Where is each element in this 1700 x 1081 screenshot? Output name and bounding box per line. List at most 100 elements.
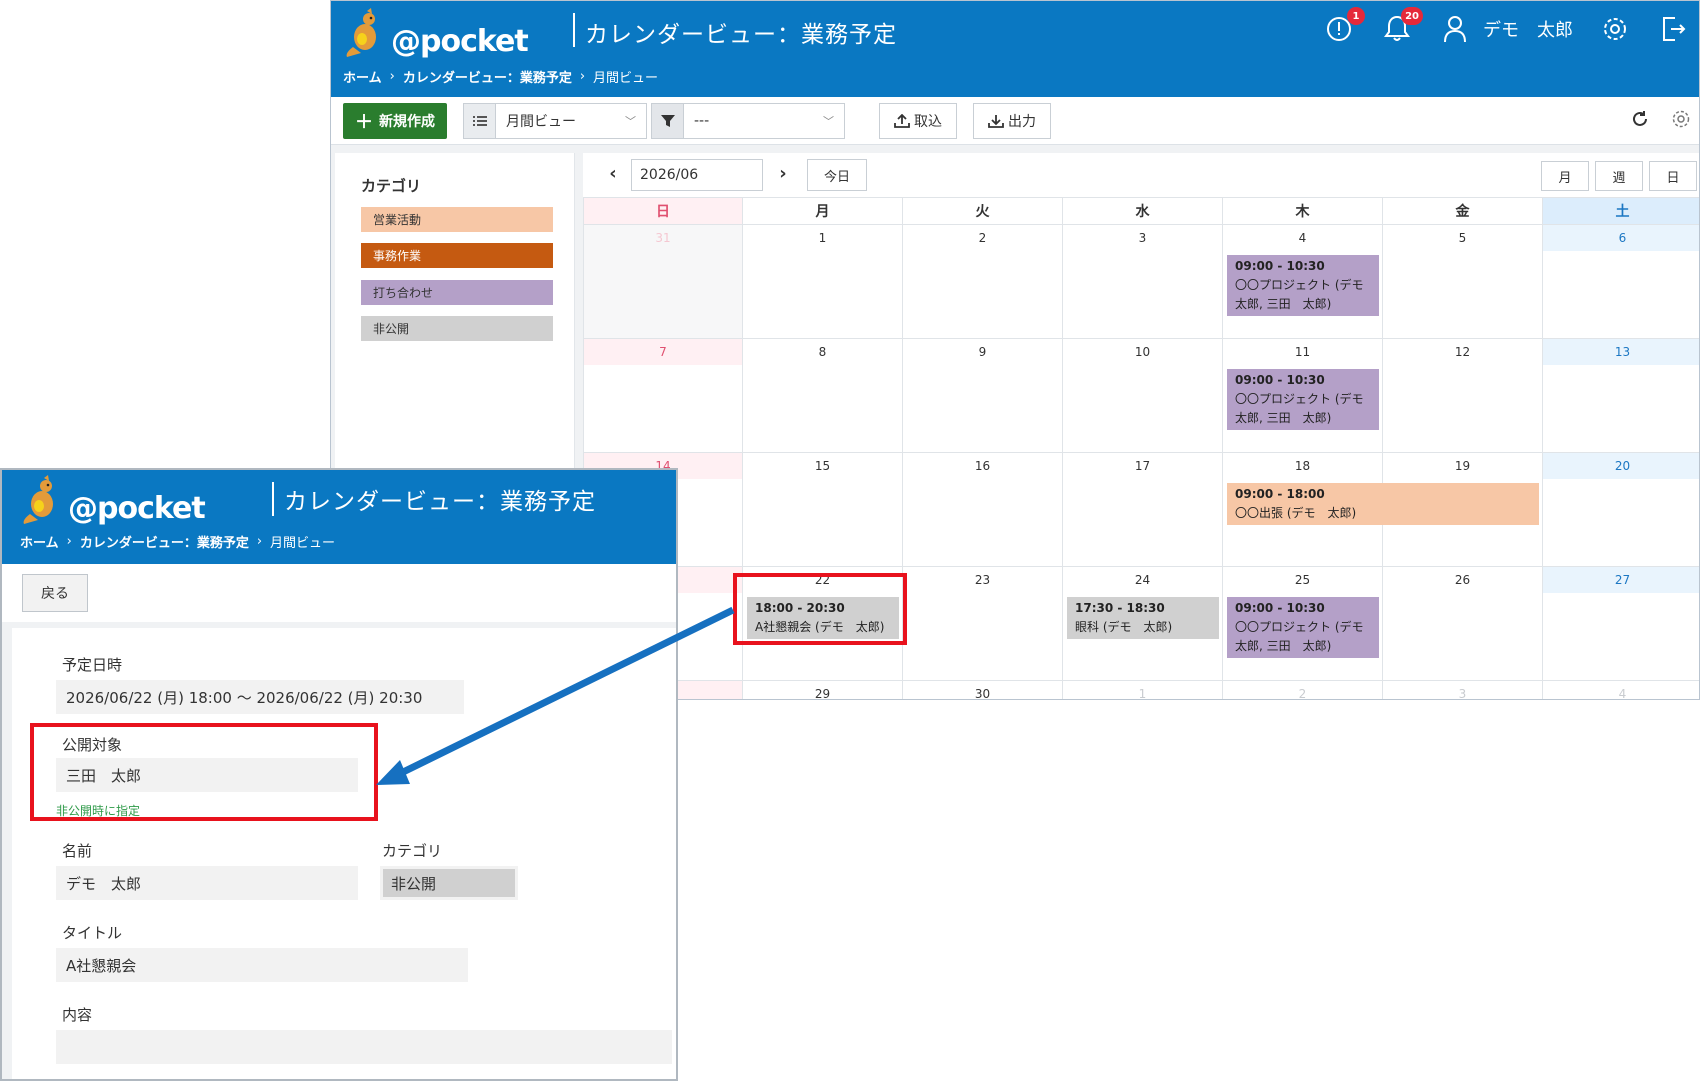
month-input-value: 2026/06 (640, 167, 699, 183)
day-cell[interactable]: 23 (903, 567, 1063, 681)
month-view-button[interactable]: 月 (1541, 161, 1589, 191)
breadcrumb-calendar[interactable]: カレンダービュー：業務予定 (80, 532, 249, 551)
calendar-event[interactable]: 09:00 - 10:30 〇〇プロジェクト (デモ 太郎, 三田 太郎) (1227, 369, 1379, 430)
day-cell[interactable]: 3 (1063, 225, 1223, 339)
alert-button[interactable]: 1 (1323, 7, 1365, 47)
category-label: 事務作業 (373, 249, 422, 263)
logout-icon[interactable] (1657, 11, 1689, 47)
refresh-icon[interactable] (1631, 110, 1649, 132)
breadcrumb-current: 月間ビュー (593, 71, 659, 86)
category-private[interactable]: 非公開 (361, 316, 553, 341)
highlight-audience-box (30, 723, 378, 821)
day-cell[interactable]: 31 (583, 225, 743, 339)
day-cell[interactable]: 12 (1383, 339, 1543, 453)
prev-month-chevron-icon[interactable]: ‹ (601, 163, 625, 184)
day-view-button[interactable]: 日 (1649, 161, 1697, 191)
header-divider (272, 482, 274, 516)
day-number: 5 (1458, 231, 1467, 245)
app-logo[interactable]: @pocket (345, 7, 529, 57)
sidebar-title: カテゴリ (361, 177, 422, 195)
day-cell[interactable]: 18 09:00 - 18:00 〇〇出張 (デモ 太郎) (1223, 453, 1539, 567)
title-field: A社懇親会 (56, 948, 468, 982)
day-cell[interactable]: 1 (743, 225, 903, 339)
day-cell[interactable]: 29 (743, 681, 903, 699)
today-label: 今日 (823, 169, 850, 185)
weekday-header: 日 月 火 水 木 金 土 (583, 197, 1699, 225)
list-icon (463, 103, 495, 139)
day-cell[interactable]: 4 (1543, 681, 1699, 700)
calendar-event[interactable]: 09:00 - 10:30 〇〇プロジェクト (デモ 太郎, 三田 太郎) (1227, 255, 1379, 316)
breadcrumb-home[interactable]: ホーム (343, 67, 382, 86)
user-name[interactable]: デモ 太郎 (1483, 16, 1573, 42)
category-meeting[interactable]: 打ち合わせ (361, 280, 553, 305)
view-select[interactable]: 月間ビュー ﹀ (495, 103, 647, 139)
day-cell[interactable]: 2 (903, 225, 1063, 339)
export-label: 出力 (1008, 114, 1036, 130)
day-cell[interactable]: 16 (903, 453, 1063, 567)
day-cell[interactable]: 11 09:00 - 10:30 〇〇プロジェクト (デモ 太郎, 三田 太郎) (1223, 339, 1383, 453)
event-time: 09:00 - 10:30 (1235, 373, 1325, 387)
day-number: 19 (1454, 459, 1471, 473)
detail-app-logo[interactable]: @pocket (22, 474, 206, 524)
breadcrumb-current[interactable]: 月間ビュー (270, 532, 335, 551)
day-cell[interactable]: 2 (1223, 681, 1383, 699)
calendar-event[interactable]: 09:00 - 18:00 〇〇出張 (デモ 太郎) (1227, 483, 1539, 525)
week-row: 28 29 30 1 2 3 4 (583, 681, 1699, 700)
day-cell[interactable]: 27 (1543, 567, 1699, 681)
upload-icon (894, 114, 910, 128)
category-office-work[interactable]: 事務作業 (361, 243, 553, 268)
back-button[interactable]: 戻る (22, 574, 88, 612)
calendar-settings-gear-icon[interactable] (1671, 109, 1691, 133)
day-cell[interactable]: 15 (743, 453, 903, 567)
day-cell[interactable]: 10 (1063, 339, 1223, 453)
name-value: デモ 太郎 (66, 874, 142, 893)
day-cell[interactable]: 8 (743, 339, 903, 453)
import-button[interactable]: 取込 (879, 103, 957, 139)
breadcrumb-home[interactable]: ホーム (20, 532, 59, 551)
day-cell[interactable]: 13 (1543, 339, 1699, 453)
month-input[interactable]: 2026/06 (631, 159, 763, 191)
weekday-sat: 土 (1543, 197, 1699, 225)
import-label: 取込 (914, 114, 942, 130)
detail-header: @pocket カレンダービュー：業務予定 ホーム › カレンダービュー：業務予… (2, 470, 676, 564)
day-number: 18 (1294, 459, 1311, 473)
breadcrumb-separator-icon: › (389, 69, 395, 84)
day-number: 4 (1618, 687, 1627, 700)
plus-icon: ＋ (355, 112, 373, 132)
kangaroo-logo-icon (345, 7, 385, 57)
day-cell[interactable]: 3 (1383, 681, 1543, 700)
calendar-event[interactable]: 09:00 - 10:30 〇〇プロジェクト (デモ 太郎, 三田 太郎) (1227, 597, 1379, 658)
user-icon[interactable] (1439, 11, 1471, 47)
today-button[interactable]: 今日 (807, 159, 867, 191)
day-cell[interactable]: 7 (583, 339, 743, 453)
category-sales[interactable]: 営業活動 (361, 207, 553, 232)
day-cell[interactable]: 5 (1383, 225, 1543, 339)
day-number: 1 (818, 231, 827, 245)
day-cell[interactable]: 4 09:00 - 10:30 〇〇プロジェクト (デモ 太郎, 三田 太郎) (1223, 225, 1383, 339)
calendar-event[interactable]: 17:30 - 18:30 眼科 (デモ 太郎) (1067, 597, 1219, 639)
notifications-button[interactable]: 20 (1381, 7, 1423, 47)
category-value: 非公開 (383, 869, 515, 897)
new-button[interactable]: ＋ 新規作成 (343, 103, 447, 139)
chevron-down-icon: ﹀ (823, 115, 834, 128)
week-view-button[interactable]: 週 (1595, 161, 1643, 191)
schedule-field: 2026/06/22 (月) 18:00 ～ 2026/06/22 (月) 20… (56, 680, 464, 714)
day-number: 3 (1458, 687, 1467, 700)
day-cell[interactable]: 30 (903, 681, 1063, 699)
page-title: カレンダービュー：業務予定 (585, 22, 897, 48)
day-cell[interactable]: 24 17:30 - 18:30 眼科 (デモ 太郎) (1063, 567, 1223, 681)
breadcrumb-calendar[interactable]: カレンダービュー：業務予定 (403, 67, 572, 86)
day-cell[interactable]: 26 (1383, 567, 1543, 681)
day-cell[interactable]: 6 (1543, 225, 1699, 339)
next-month-chevron-icon[interactable]: › (771, 163, 795, 184)
day-cell[interactable]: 1 (1063, 681, 1223, 699)
new-button-label: 新規作成 (379, 113, 435, 129)
export-button[interactable]: 出力 (973, 103, 1051, 139)
settings-gear-icon[interactable] (1599, 11, 1631, 47)
day-cell[interactable]: 17 (1063, 453, 1223, 567)
day-cell[interactable]: 25 09:00 - 10:30 〇〇プロジェクト (デモ 太郎, 三田 太郎) (1223, 567, 1383, 681)
filter-select[interactable]: --- ﹀ (683, 103, 845, 139)
day-number: 27 (1543, 567, 1699, 593)
day-cell[interactable]: 9 (903, 339, 1063, 453)
day-cell[interactable]: 20 (1543, 453, 1699, 567)
